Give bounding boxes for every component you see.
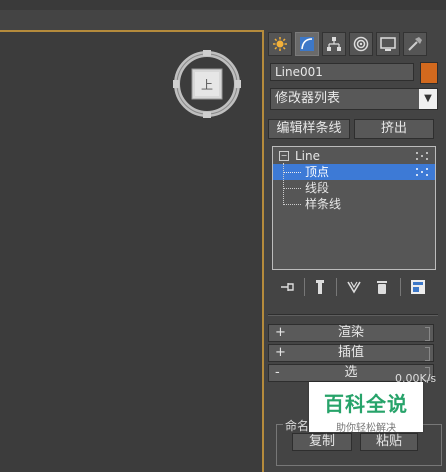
named-selection-label: 命名: [283, 417, 312, 434]
tree-line: [283, 204, 301, 205]
make-unique-button[interactable]: [344, 276, 364, 298]
stack-item-vertex[interactable]: 顶点: [273, 164, 435, 180]
tree-vertical-line: [283, 163, 284, 205]
rollout-rendering[interactable]: + 渲染: [268, 324, 434, 342]
tab-create[interactable]: [268, 32, 292, 56]
viewcube-face-label: 上: [201, 78, 213, 92]
motion-icon: [353, 36, 369, 52]
watermark-logo: 百科全说 助你轻松解决: [309, 382, 423, 434]
copy-button[interactable]: 复制: [292, 433, 352, 451]
pin-stack-button[interactable]: [278, 276, 298, 298]
stack-item-label: 线段: [305, 181, 330, 195]
stack-item-label: 样条线: [305, 197, 342, 211]
remove-modifier-button[interactable]: [372, 276, 392, 298]
stack-item-segment[interactable]: 线段: [273, 180, 435, 196]
modifier-list-label: 修改器列表: [275, 91, 341, 106]
rollout-title: 插值: [337, 345, 364, 360]
tab-hierarchy[interactable]: [322, 32, 346, 56]
modifier-stack-toolbar: [272, 276, 438, 298]
top-toolbar: [0, 0, 446, 10]
display-monitor-icon: [380, 37, 396, 51]
toolbar-separator: [400, 278, 401, 296]
remove-modifier-icon: [377, 281, 387, 294]
tab-motion[interactable]: [349, 32, 373, 56]
configure-modifier-sets-button[interactable]: [408, 276, 428, 298]
tab-utilities[interactable]: [403, 32, 427, 56]
modifier-stack[interactable]: − Line 顶点 线段 样条线: [272, 146, 436, 270]
chevron-down-icon: ▼: [419, 89, 437, 109]
edit-spline-button[interactable]: 编辑样条线: [268, 119, 350, 139]
sun-create-icon: [273, 37, 287, 51]
rollout-title: 渲染: [337, 325, 364, 340]
modifier-list-dropdown[interactable]: 修改器列表 ▼: [270, 88, 438, 110]
stack-item-label: Line: [295, 149, 321, 163]
rollout-bracket: [425, 347, 430, 361]
viewcube[interactable]: 上: [172, 49, 242, 119]
rollout-sign: -: [275, 365, 280, 380]
show-end-result-icon: [316, 280, 324, 294]
rollout-bracket: [425, 327, 430, 341]
toolbar-separator: [304, 278, 305, 296]
toolbar-separator: [336, 278, 337, 296]
paste-button[interactable]: 粘贴: [360, 433, 418, 451]
command-panel-tabs: [268, 32, 427, 56]
hierarchy-icon: [327, 37, 341, 51]
rollout-sign: +: [275, 345, 286, 360]
light-bulb-dots-icon: [416, 168, 428, 176]
tab-modify[interactable]: [295, 32, 319, 56]
object-color-swatch[interactable]: [420, 62, 438, 84]
stack-item-label: 顶点: [305, 165, 330, 179]
extrude-button[interactable]: 挤出: [354, 119, 434, 139]
modify-curve-icon: [300, 37, 314, 51]
watermark-subtitle: 助你轻松解决: [336, 423, 396, 434]
stack-item-spline[interactable]: 样条线: [273, 196, 435, 212]
watermark-title: 百科全说: [324, 392, 408, 416]
configure-sets-icon: [411, 280, 425, 294]
light-bulb-dots-icon: [416, 152, 428, 160]
pin-stack-icon: [281, 283, 294, 291]
stack-item-line[interactable]: − Line: [273, 148, 435, 164]
rollout-title: 选: [344, 365, 358, 380]
tree-line: [283, 188, 301, 189]
collapse-box-icon: −: [279, 151, 289, 161]
tab-display[interactable]: [376, 32, 400, 56]
toolbar-strip: [0, 10, 446, 26]
make-unique-icon: [347, 281, 361, 294]
show-end-result-button[interactable]: [310, 276, 330, 298]
utilities-hammer-icon: [408, 37, 422, 51]
rollout-sign: +: [275, 325, 286, 340]
panel-divider: [268, 314, 438, 316]
tree-line: [283, 172, 301, 173]
rollout-interpolation[interactable]: + 插值: [268, 344, 434, 362]
object-name-field[interactable]: Line001: [270, 63, 414, 81]
